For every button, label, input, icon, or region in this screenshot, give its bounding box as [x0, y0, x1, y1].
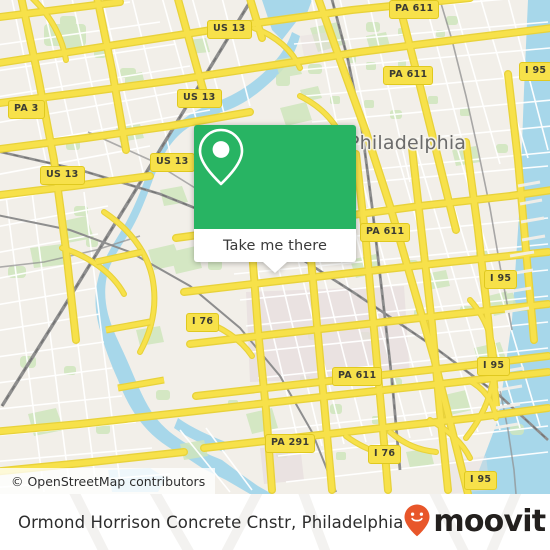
highway-shield: PA 3 — [8, 100, 45, 119]
highway-shield: US 13 — [177, 89, 222, 108]
popup-action-area[interactable]: Take me there — [194, 229, 356, 262]
location-popup-card[interactable]: Take me there — [194, 125, 356, 273]
highway-shield: I 76 — [186, 313, 220, 332]
place-title: Ormond Horrison Concrete Cnstr, Philadel… — [18, 512, 404, 532]
highway-shield: I 95 — [519, 62, 550, 81]
highway-shield: I 95 — [477, 357, 511, 376]
highway-shield: PA 611 — [383, 66, 434, 85]
map-city-label: Philadelphia — [348, 132, 467, 154]
moovit-map-screenshot: Philadelphia US 13 PA 611 PA 611 I 95 US 13 P… — [0, 0, 550, 550]
footer-bar: Ormond Horrison Concrete Cnstr, Philadel… — [0, 494, 550, 550]
osm-attribution-text: © OpenStreetMap contributors — [11, 473, 206, 489]
take-me-there-label: Take me there — [222, 237, 328, 254]
highway-shield: PA 291 — [265, 434, 316, 453]
highway-shield: US 13 — [207, 20, 252, 39]
map-canvas[interactable]: Philadelphia US 13 PA 611 PA 611 I 95 US 13 P… — [0, 0, 550, 494]
highway-shield: I 76 — [368, 445, 402, 464]
highway-shield: PA 611 — [360, 223, 411, 242]
moovit-logo[interactable]: moovit — [403, 503, 546, 542]
highway-shield: I 95 — [484, 270, 518, 289]
moovit-wordmark: moovit — [433, 504, 546, 539]
highway-shield: US 13 — [40, 166, 85, 185]
popup-pointer-tail — [263, 262, 287, 273]
highway-shield: US 13 — [150, 153, 195, 172]
osm-attribution[interactable]: © OpenStreetMap contributors — [0, 468, 216, 494]
moovit-smiley-pin-icon — [403, 503, 431, 542]
popup-pin-area — [194, 125, 356, 229]
highway-shield: PA 611 — [389, 0, 440, 19]
highway-shield: PA 611 — [332, 367, 383, 386]
highway-shield: I 95 — [464, 471, 498, 490]
